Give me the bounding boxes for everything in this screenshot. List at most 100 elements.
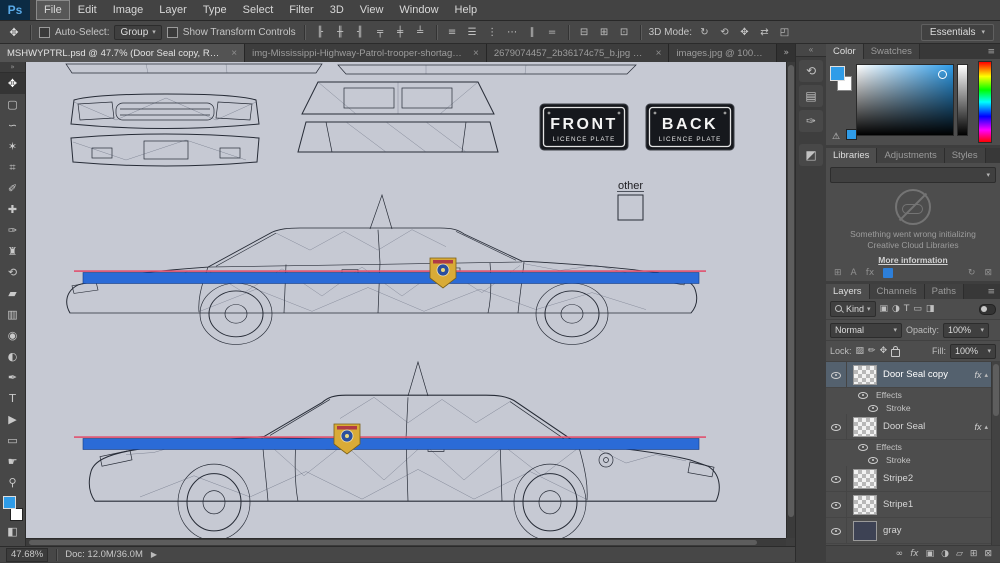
layers-scrollbar-thumb[interactable] (993, 364, 999, 416)
3d-slide-icon[interactable]: ⇄ (757, 27, 772, 38)
align-bottom-edges-icon[interactable]: ╧ (413, 27, 428, 38)
tab-styles[interactable]: Styles (945, 148, 986, 163)
3d-drag-icon[interactable]: ✥ (737, 27, 752, 38)
3d-scale-icon[interactable]: ◰ (777, 27, 792, 38)
visibility-toggle[interactable] (826, 492, 847, 517)
sync-icon[interactable]: ↻ (968, 268, 976, 278)
spot-healing-brush-tool-icon[interactable]: ✚ (0, 199, 25, 220)
tab-layers[interactable]: Layers (826, 284, 870, 299)
menu-file[interactable]: File (36, 0, 70, 20)
add-layer-style-icon[interactable]: fx (910, 549, 919, 559)
layer-row-door-seal-copy[interactable]: Door Seal copy fx ▴ (826, 362, 1000, 388)
history-brush-tool-icon[interactable]: ⟲ (0, 262, 25, 283)
rectangular-marquee-tool-icon[interactable]: ▢ (0, 94, 25, 115)
distribute-top-icon[interactable]: ≡ (445, 27, 460, 38)
document-tab[interactable]: images.jpg @ 100% (... (669, 44, 777, 62)
filter-pixel-layers-icon[interactable]: ▣ (880, 304, 889, 314)
move-tool-icon[interactable]: ✥ (0, 73, 25, 94)
properties-panel-icon[interactable]: ▤ (799, 85, 823, 107)
clone-stamp-tool-icon[interactable]: ♜ (0, 241, 25, 262)
show-transform-controls-checkbox[interactable] (167, 27, 178, 38)
layer-fx-badge[interactable]: fx (974, 422, 981, 432)
menu-3d[interactable]: 3D (322, 0, 352, 20)
auto-select-target-select[interactable]: Group ▾ (114, 25, 161, 40)
visibility-toggle[interactable] (826, 466, 847, 491)
filter-smart-objects-icon[interactable]: ◨ (926, 304, 935, 314)
lock-position-icon[interactable]: ✥ (880, 346, 888, 356)
3d-roll-icon[interactable]: ⟲ (717, 27, 732, 38)
vertical-scrollbar-thumb[interactable] (788, 65, 794, 517)
visibility-toggle[interactable] (856, 440, 870, 453)
foreground-color-swatch[interactable] (3, 496, 16, 509)
more-information-link[interactable]: More information (826, 255, 1000, 265)
layer-row-gray[interactable]: gray (826, 518, 1000, 544)
layer-thumbnail[interactable] (853, 417, 877, 437)
delete-library-item-icon[interactable]: ⊠ (984, 268, 992, 278)
lock-transparent-pixels-icon[interactable]: ▨ (856, 346, 865, 356)
distribute-left-icon[interactable]: ⋯ (505, 27, 520, 38)
layer-stroke-row[interactable]: Stroke (826, 401, 1000, 414)
add-layer-mask-icon[interactable]: ▣ (926, 549, 935, 559)
align-vertical-centers-icon[interactable]: ╪ (393, 27, 408, 38)
distribute-right-icon[interactable]: = (545, 27, 560, 38)
menu-select[interactable]: Select (235, 0, 282, 20)
color-picker-marker[interactable] (938, 70, 947, 79)
close-tab-icon[interactable]: × (231, 48, 237, 59)
new-group-icon[interactable]: ▱ (956, 549, 963, 559)
panel-menu-icon[interactable]: ≡ (982, 284, 1000, 299)
type-tool-icon[interactable]: T (0, 388, 25, 409)
align-right-edges-icon[interactable]: ╢ (353, 27, 368, 38)
distribute-bottom-icon[interactable]: ⋮ (485, 27, 500, 38)
visibility-toggle[interactable] (826, 362, 847, 387)
history-panel-icon[interactable]: ⟲ (799, 60, 823, 82)
collapse-effects-icon[interactable]: ▴ (984, 371, 988, 379)
visibility-toggle[interactable] (866, 401, 880, 414)
brightness-slider[interactable] (957, 64, 968, 136)
dock-collapse-icon[interactable]: « (796, 44, 826, 57)
dodge-tool-icon[interactable]: ◐ (0, 346, 25, 367)
layer-row-stripe1[interactable]: Stripe1 (826, 492, 1000, 518)
3d-panel-icon[interactable]: ◩ (799, 144, 823, 166)
opacity-select[interactable]: 100% ▾ (943, 323, 989, 338)
delete-layer-icon[interactable]: ⊠ (984, 549, 992, 559)
collapse-effects-icon[interactable]: ▴ (984, 423, 988, 431)
link-layers-icon[interactable]: ∞ (896, 549, 904, 559)
add-layer-style-icon[interactable]: fx (866, 268, 875, 278)
menu-edit[interactable]: Edit (70, 0, 105, 20)
gamut-swatch[interactable] (846, 129, 857, 140)
align-top-edges-icon[interactable]: ╤ (373, 27, 388, 38)
crop-tool-icon[interactable]: ⌗ (0, 157, 25, 178)
lock-all-icon[interactable] (891, 349, 900, 357)
horizontal-scrollbar-thumb[interactable] (29, 540, 757, 545)
auto-select-checkbox[interactable] (39, 27, 50, 38)
layer-fx-badge[interactable]: fx (974, 370, 981, 380)
pen-tool-icon[interactable]: ✒ (0, 367, 25, 388)
add-character-style-icon[interactable]: A (851, 268, 857, 278)
fill-select[interactable]: 100% ▾ (950, 344, 996, 359)
visibility-toggle[interactable] (856, 388, 870, 401)
menu-type[interactable]: Type (195, 0, 235, 20)
background-color-swatch[interactable] (10, 508, 23, 521)
filter-adjustment-layers-icon[interactable]: ◑ (892, 304, 900, 314)
close-tab-icon[interactable]: × (656, 48, 662, 59)
quick-mask-icon[interactable]: ◧ (0, 521, 25, 542)
filter-shape-layers-icon[interactable]: ▭ (913, 304, 922, 314)
document-tab[interactable]: img-Mississippi-Highway-Patrol-trooper-s… (245, 44, 487, 62)
menu-layer[interactable]: Layer (151, 0, 195, 20)
layer-thumbnail[interactable] (853, 495, 877, 515)
visibility-toggle[interactable] (826, 518, 847, 543)
layer-row-stripe2[interactable]: Stripe2 (826, 466, 1000, 492)
3d-rotate-icon[interactable]: ↻ (697, 27, 712, 38)
eyedropper-tool-icon[interactable]: ✐ (0, 178, 25, 199)
layer-stroke-row[interactable]: Stroke (826, 453, 1000, 466)
gradient-tool-icon[interactable]: ▥ (0, 304, 25, 325)
add-color-icon[interactable] (883, 268, 893, 278)
tab-swatches[interactable]: Swatches (864, 44, 920, 59)
layer-thumbnail[interactable] (853, 521, 877, 541)
foreground-color-swatch[interactable] (830, 66, 845, 81)
new-adjustment-layer-icon[interactable]: ◑ (941, 549, 949, 559)
tab-color[interactable]: Color (826, 44, 864, 59)
library-select[interactable]: ▾ (830, 167, 996, 183)
tab-paths[interactable]: Paths (925, 284, 964, 299)
align-horizontal-centers-icon[interactable]: ╫ (333, 27, 348, 38)
